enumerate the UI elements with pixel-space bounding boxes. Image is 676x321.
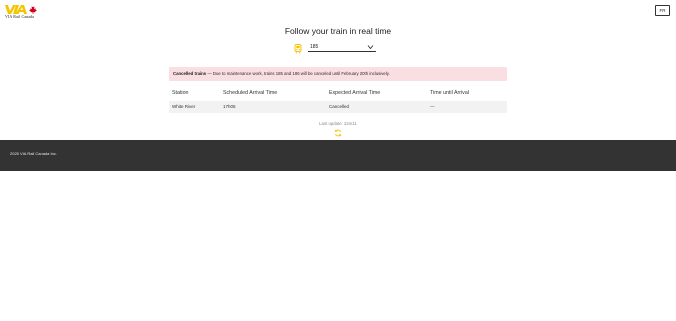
last-update-text: Last update: 22m11 (319, 121, 357, 126)
alert-message: — Due to maintenance work, trains 185 an… (206, 71, 390, 76)
logo-wordmark: VIA Rail Canada (5, 14, 35, 19)
scheduled-time-cell: 17h05 (223, 104, 236, 109)
station-cell: White River (172, 104, 196, 109)
table-row: White River 17h05 Cancelled — (169, 101, 507, 113)
column-header-station: Station (172, 90, 189, 96)
copyright-text: 2025 VIA Rail Canada Inc. (10, 151, 57, 156)
language-toggle-button[interactable]: FR (655, 5, 670, 16)
column-header-expected: Expected Arrival Time (329, 90, 381, 96)
site-header: VIA Rail Canada FR (0, 0, 676, 22)
alert-title: Cancelled trains (173, 71, 207, 76)
table-header: Station Scheduled Arrival Time Expected … (169, 87, 507, 99)
refresh-icon[interactable] (334, 129, 342, 137)
site-footer: 2025 VIA Rail Canada Inc. (0, 140, 676, 171)
time-until-cell: — (430, 104, 435, 109)
via-rail-logo[interactable]: VIA Rail Canada (5, 5, 39, 20)
cancellation-alert: Cancelled trains — Due to maintenance wo… (169, 67, 507, 81)
arrivals-table: Station Scheduled Arrival Time Expected … (169, 87, 507, 113)
page-title: Follow your train in real time (284, 26, 392, 36)
column-header-time-until: Time until Arrival (430, 90, 469, 96)
train-selector[interactable]: 185 (294, 43, 384, 54)
via-logo-icon (5, 5, 37, 14)
chevron-down-icon[interactable] (367, 44, 374, 50)
train-icon (294, 44, 302, 54)
expected-time-cell: Cancelled (329, 104, 350, 109)
selected-train-number: 185 (310, 44, 319, 50)
column-header-scheduled: Scheduled Arrival Time (223, 90, 278, 96)
train-number-select[interactable]: 185 (308, 43, 376, 52)
